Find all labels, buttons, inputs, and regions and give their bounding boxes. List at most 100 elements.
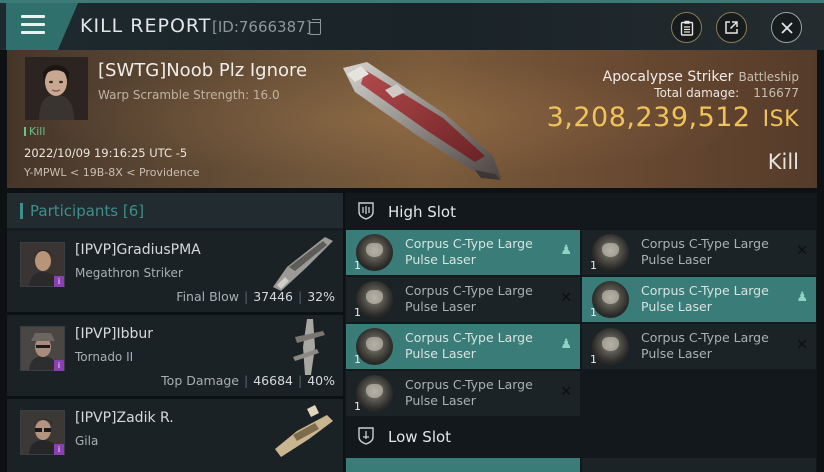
module-item[interactable]: 1 Corpus C-Type Large Pulse Laser ♟ [582, 277, 816, 322]
participant-name[interactable]: [IPVP]GradiusPMA [75, 242, 201, 258]
victim-ship-class: Battleship [738, 70, 799, 84]
pulse-laser-icon [356, 234, 393, 271]
close-icon [780, 21, 793, 34]
pulse-laser-icon [356, 281, 393, 318]
kill-marker-icon [24, 127, 26, 136]
damage-value: 37446 [253, 289, 293, 304]
high-slot-label: High Slot [388, 203, 456, 221]
participant-ship: Tornado II [75, 350, 134, 364]
kill-datetime: 2022/10/09 19:16:25 UTC -5 [24, 146, 188, 160]
module-item[interactable]: 1 Corpus C-Type Large Pulse Laser ♟ [346, 230, 580, 275]
dropped-icon: ♟ [560, 337, 572, 352]
damage-value: 46684 [253, 373, 293, 388]
module-item[interactable]: 1 Corpus C-Type Large Pulse Laser ✕ [346, 277, 580, 322]
isk-amount: 3,208,239,512 [546, 102, 751, 133]
copy-icon[interactable] [309, 19, 321, 35]
participant-row[interactable]: i [IPVP]GradiusPMA Megathron Striker Fin… [7, 231, 343, 315]
dropped-icon: ♟ [560, 243, 572, 258]
fitting-panel: High Slot 1 Corpus C-Type Large Pulse La… [345, 193, 817, 472]
participants-title: Participants [6] [30, 202, 144, 220]
module-item[interactable]: 1 Corpus C-Type Large Pulse Laser ♟ [346, 324, 580, 369]
destroyed-icon: ✕ [796, 337, 808, 353]
total-damage-label: Total damage: [654, 86, 740, 100]
clipboard-icon [680, 20, 693, 36]
participant-ship: Megathron Striker [75, 266, 183, 280]
low-slot-icon [358, 427, 374, 445]
pulse-laser-icon [356, 328, 393, 365]
participant-ship-image[interactable] [267, 401, 339, 461]
victim-name[interactable]: [SWTG]Noob Plz Ignore [98, 60, 307, 81]
participant-name[interactable]: [IPVP]Zadik R. [75, 410, 174, 426]
stat-separator: | [244, 373, 249, 388]
module-name: Corpus C-Type Large Pulse Laser [641, 283, 769, 314]
clipboard-button[interactable] [671, 12, 702, 43]
stat-separator: | [244, 289, 249, 304]
module-name: Corpus C-Type Large Pulse Laser [641, 330, 769, 361]
kill-id: [ID:7666387] [212, 18, 312, 36]
participants-label: Participants [30, 202, 119, 220]
share-button[interactable] [716, 12, 747, 43]
participant-ship-image[interactable] [267, 233, 339, 293]
stat-separator: | [297, 373, 303, 388]
isk-unit: ISK [762, 107, 799, 132]
victim-ship-name[interactable]: Apocalypse Striker [603, 69, 734, 85]
corp-badge-icon: i [54, 360, 64, 371]
hamburger-icon [21, 15, 45, 35]
module-quantity: 1 [590, 353, 597, 366]
module-name: Corpus C-Type Large Pulse Laser [641, 236, 769, 267]
close-button[interactable] [771, 12, 802, 43]
module-name: Corpus C-Type Large Pulse Laser [405, 236, 533, 267]
damage-percent: 32% [307, 289, 335, 304]
pulse-laser-icon [356, 375, 393, 412]
destroyed-icon: ✕ [560, 384, 572, 400]
module-name: Corpus C-Type Large Pulse Laser [405, 283, 533, 314]
module-quantity: 1 [590, 259, 597, 272]
participants-header[interactable]: Participants [6] [7, 193, 343, 228]
module-item[interactable]: 1 Corpus C-Type Large Pulse Laser ✕ [582, 230, 816, 275]
isk-value: 3,208,239,512 ISK [547, 102, 799, 133]
total-damage-value: 116677 [753, 86, 799, 100]
low-slot-label: Low Slot [388, 428, 452, 446]
module-name: Corpus C-Type Large Pulse Laser [405, 330, 533, 361]
stat-separator: | [297, 289, 303, 304]
participant-name[interactable]: [IPVP]Ibbur [75, 326, 153, 342]
participants-panel: Participants [6] i [IPVP]GradiusPMA Mega… [7, 193, 343, 472]
kill-tag-label: Kill [29, 125, 46, 138]
high-slot-header[interactable]: High Slot [345, 193, 817, 229]
module-name: Corpus C-Type Large Pulse Laser [405, 377, 533, 408]
victim-ship-image[interactable] [325, 52, 525, 186]
participant-row[interactable]: i [IPVP]Ibbur Tornado II Top Damage | 4668… [7, 315, 343, 399]
participant-stats: Final Blow | 37446 | 32% [176, 289, 335, 304]
title-bar: KILL REPORT [ID:7666387] [0, 0, 824, 50]
kill-tag: Kill [24, 125, 45, 138]
section-accent [20, 203, 23, 219]
module-item[interactable]: 1 Corpus C-Type Large Pulse Laser ✕ [346, 371, 580, 416]
low-slot-header[interactable]: Low Slot [345, 418, 817, 454]
destroyed-icon: ✕ [796, 243, 808, 259]
low-slot-module[interactable] [346, 458, 580, 472]
module-item[interactable]: 1 Corpus C-Type Large Pulse Laser ✕ [582, 324, 816, 369]
module-quantity: 1 [354, 353, 361, 366]
module-quantity: 1 [354, 400, 361, 413]
stat-label: Final Blow [176, 289, 239, 304]
victim-portrait[interactable] [25, 57, 88, 120]
total-damage: Total damage: 116677 [654, 86, 799, 100]
damage-percent: 40% [307, 373, 335, 388]
participant-ship-image[interactable] [267, 317, 339, 377]
participants-count: [6] [122, 202, 145, 220]
page-title: KILL REPORT [80, 15, 212, 37]
corp-badge-icon: i [54, 276, 64, 287]
victim-ship: Apocalypse Striker Battleship [603, 66, 799, 85]
high-slot-icon [358, 202, 374, 220]
pulse-laser-icon [592, 234, 629, 271]
module-quantity: 1 [354, 259, 361, 272]
menu-button[interactable] [6, 3, 78, 50]
participant-row[interactable]: i [IPVP]Zadik R. Gila [7, 399, 343, 472]
corp-badge-icon: i [54, 444, 64, 455]
kill-result: Kill [767, 150, 799, 174]
kill-location[interactable]: Y-MPWL < 19B-8X < Providence [24, 166, 200, 179]
low-slot-module[interactable] [582, 458, 816, 472]
pulse-laser-icon [592, 281, 629, 318]
pulse-laser-icon [592, 328, 629, 365]
participant-stats: Top Damage | 46684 | 40% [161, 373, 335, 388]
